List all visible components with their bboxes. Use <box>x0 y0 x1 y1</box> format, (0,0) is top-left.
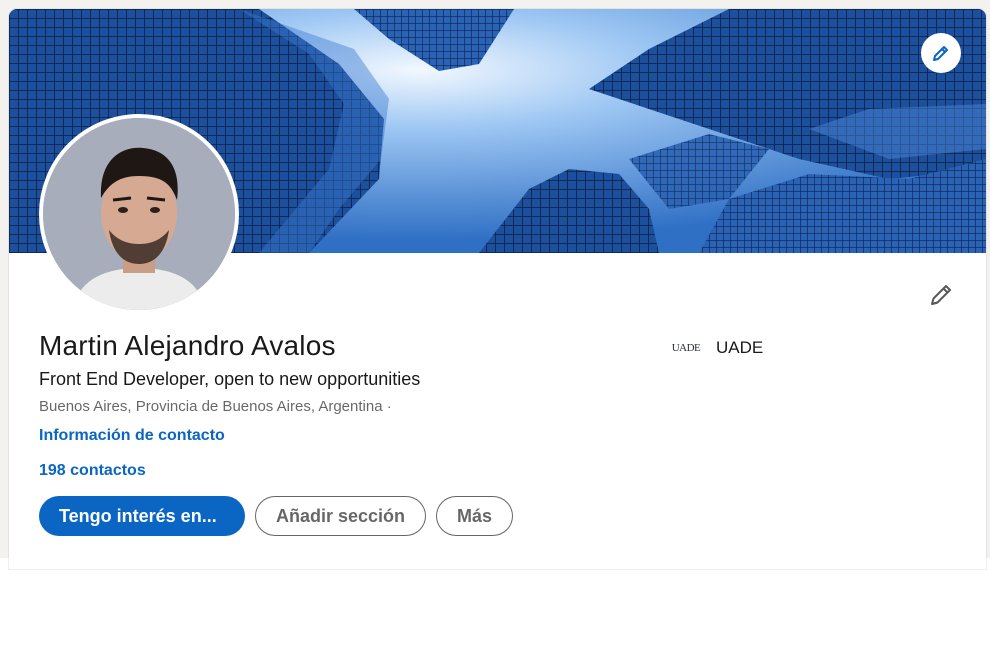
contact-info-link[interactable]: Información de contacto <box>39 427 225 445</box>
school-name: UADE <box>716 338 764 357</box>
open-to-button[interactable]: Tengo interés en... <box>39 496 245 536</box>
pencil-icon <box>931 285 951 305</box>
school-logo: UADE <box>671 342 701 354</box>
profile-photo[interactable] <box>39 114 239 314</box>
connections-link[interactable]: 198 contactos <box>39 462 146 480</box>
add-section-button[interactable]: Añadir sección <box>255 496 427 536</box>
profile-top-card: Martin Alejandro Avalos Front End Develo… <box>9 9 986 569</box>
profile-headline: Front End Developer, open to new opportu… <box>39 369 421 389</box>
profile-location: Buenos Aires, Provincia de Buenos Aires,… <box>39 398 392 415</box>
profile-actions: Tengo interés en... Añadir sección Más <box>39 496 514 536</box>
education-entry[interactable]: UADE UADE <box>670 338 764 358</box>
avatar <box>43 118 235 310</box>
more-button[interactable]: Más <box>436 496 514 536</box>
edit-intro-button[interactable] <box>923 277 959 313</box>
edit-cover-button[interactable] <box>921 33 961 73</box>
pencil-icon <box>933 46 948 61</box>
profile-name: Martin Alejandro Avalos <box>39 330 336 361</box>
